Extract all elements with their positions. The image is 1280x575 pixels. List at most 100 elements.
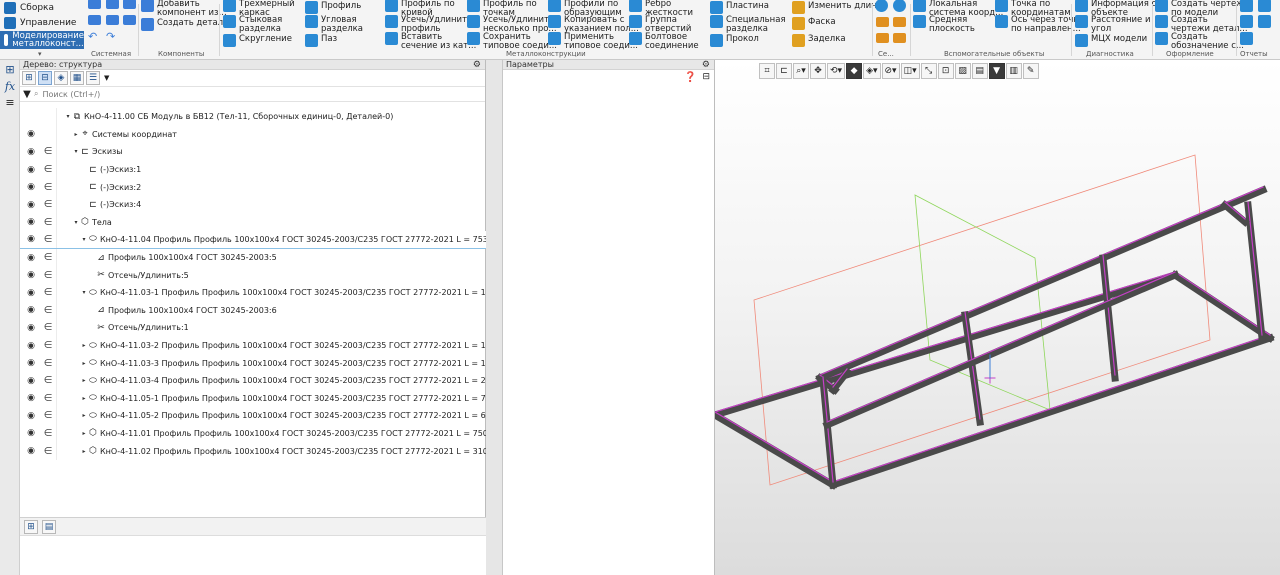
report-button-4[interactable] — [1258, 15, 1271, 28]
copy-button[interactable] — [106, 15, 119, 25]
include-calc-icon[interactable]: ∈ — [42, 375, 54, 386]
tree-node[interactable]: ⊏ (-)Эскиз:2 — [80, 182, 141, 192]
tree-node[interactable]: ▸ ⬭ КнО-4-11.03-3 Профиль Профиль 100х100х… — [80, 358, 523, 368]
butt-joint-button[interactable]: Стыковая разделка — [223, 15, 282, 34]
collapse-chevron-icon[interactable]: ▾ — [80, 236, 88, 243]
collapse-chevron-icon[interactable]: ▾ — [72, 219, 80, 226]
include-calc-icon[interactable]: ∈ — [42, 234, 54, 245]
seal-button[interactable]: Заделка — [792, 34, 846, 47]
expand-chevron-icon[interactable]: ▸ — [80, 448, 88, 455]
export-dxf-button[interactable] — [893, 33, 906, 43]
create-designation-button[interactable]: Создать обозначение с... — [1155, 32, 1244, 51]
tree-build-order-icon[interactable]: ⊟ — [38, 71, 52, 85]
expand-chevron-icon[interactable]: ▸ — [72, 131, 80, 138]
variables-icon[interactable]: fx — [3, 80, 17, 94]
tree-settings-gear-icon[interactable]: ⚙ — [473, 60, 481, 70]
visibility-eye-icon[interactable]: ◉ — [24, 446, 38, 456]
tree-node[interactable]: ✂ Отсечь/Удлинить:1 — [88, 323, 189, 333]
tree-node[interactable]: ▾ ⬡ Тела — [72, 217, 111, 227]
tree-node[interactable]: ✂ Отсечь/Удлинить:5 — [88, 270, 189, 280]
tree-row[interactable]: ◉ ∈ ▸ ⬭ КнО-4-11.03-2 Профиль Профиль 100х10… — [20, 336, 516, 355]
report-button-2[interactable] — [1258, 0, 1271, 12]
tree-row[interactable]: ◉ ∈ ⊏ (-)Эскиз:2 — [20, 178, 486, 196]
expand-chevron-icon[interactable]: ▸ — [80, 377, 88, 384]
create-part-button[interactable]: Создать деталь — [141, 18, 228, 31]
expand-chevron-icon[interactable]: ▸ — [80, 342, 88, 349]
inclined-top-rail-body[interactable] — [815, 185, 1268, 383]
tree-row[interactable]: ◉ ∈ ▾ ⬭ КнО-4-11.03-1 Профиль Профиль 100х10… — [20, 283, 523, 302]
sections-gear-button[interactable] — [875, 0, 888, 12]
special-joint-button[interactable]: Специальная разделка — [710, 15, 786, 34]
mode-management[interactable]: Управление — [0, 15, 84, 31]
help-circle-icon[interactable]: ❓ — [684, 72, 696, 83]
visibility-eye-icon[interactable]: ◉ — [24, 341, 38, 351]
tree-search-input[interactable] — [38, 87, 485, 101]
visibility-eye-icon[interactable]: ◉ — [24, 411, 38, 421]
plate-button[interactable]: Пластина — [710, 1, 769, 14]
save-joint-button[interactable]: Сохранить типовое соеди... — [467, 32, 557, 51]
tree-row[interactable]: ◉ ∈ ⊏ (-)Эскиз:1 — [20, 160, 486, 179]
tree-node[interactable]: ⊏ (-)Эскиз:1 — [80, 165, 141, 175]
include-calc-icon[interactable]: ∈ — [42, 393, 54, 404]
include-calc-icon[interactable]: ∈ — [42, 270, 54, 281]
view-grid-icon[interactable]: ⌗ — [759, 62, 775, 79]
include-calc-icon[interactable]: ∈ — [42, 358, 54, 369]
view-orientation-icon[interactable]: ◆ — [846, 62, 863, 79]
include-calc-icon[interactable]: ∈ — [42, 164, 54, 175]
include-calc-icon[interactable]: ∈ — [42, 199, 54, 210]
expand-chevron-icon[interactable]: ▸ — [80, 430, 88, 437]
include-calc-icon[interactable]: ∈ — [42, 305, 54, 316]
bottom-cross-left-body[interactable] — [715, 410, 838, 490]
show-planes-icon[interactable]: ▨ — [954, 62, 971, 79]
profile-button[interactable]: Профиль — [305, 1, 361, 14]
visibility-eye-icon[interactable]: ◉ — [24, 428, 38, 438]
fillet-button[interactable]: Скругление — [223, 34, 292, 47]
display-mode-icon[interactable]: ◈▾ — [863, 62, 881, 79]
mode-metal-structures[interactable]: Моделирование металлоконст... — [0, 31, 84, 49]
tree-row[interactable]: ◉ ∈ ▸ ⬭ КнО-4-11.05-2 Профиль Профиль 100х10… — [20, 407, 518, 425]
menu-icon[interactable]: ≡ — [3, 96, 17, 110]
visibility-eye-icon[interactable]: ◉ — [24, 234, 38, 244]
zoom-icon[interactable]: ⌕▾ — [793, 62, 809, 79]
expand-chevron-icon[interactable]: ▸ — [80, 360, 88, 367]
tree-bottom-structure-icon[interactable]: ⊞ — [24, 519, 38, 534]
expand-chevron-icon[interactable]: ▸ — [80, 412, 88, 419]
tree-node[interactable]: ▾ ⬭ КнО-4-11.03-1 Профиль Профиль 100х100х… — [80, 288, 523, 298]
export-step-button[interactable] — [876, 17, 889, 27]
export-ifc-button[interactable] — [893, 17, 906, 27]
hide-icon[interactable]: ⊘▾ — [881, 62, 900, 79]
visibility-eye-icon[interactable]: ◉ — [24, 165, 38, 175]
corner-joint-button[interactable]: Угловая разделка — [305, 15, 363, 34]
report-button-1[interactable] — [1240, 0, 1253, 12]
include-calc-icon[interactable]: ∈ — [42, 446, 54, 457]
filter-icon[interactable]: ▼ — [20, 89, 34, 100]
tree-node[interactable]: ▸ ⬭ КнО-4-11.05-2 Профиль Профиль 100х100х… — [80, 411, 518, 421]
paste-button[interactable] — [123, 15, 136, 25]
mass-props-button[interactable]: МЦХ модели — [1075, 34, 1147, 47]
redo-button[interactable]: ↷ — [106, 31, 115, 42]
visibility-eye-icon[interactable]: ◉ — [24, 147, 38, 157]
post-3-edge[interactable] — [1102, 254, 1116, 376]
tree-node[interactable]: ▾ ⬭ КнО-4-11.04 Профиль Профиль 100х100х4 … — [80, 234, 515, 244]
collapse-ribbon-icon[interactable]: ▾ — [38, 50, 42, 58]
change-length-button[interactable]: Изменить длину — [792, 1, 882, 14]
tree-row[interactable]: ◉ ∈ ▸ ⬡ КнО-4-11.02 Профиль Профиль 100х100х… — [20, 442, 526, 460]
slot-button[interactable]: Паз — [305, 34, 337, 47]
bolt-joint-button[interactable]: Болтовое соединение — [629, 32, 699, 51]
visibility-eye-icon[interactable]: ◉ — [24, 288, 38, 298]
tree-node[interactable]: ▾ ⊏ Эскизы — [72, 147, 122, 157]
export-xml-button[interactable] — [876, 33, 889, 43]
post-right-edge[interactable] — [1247, 201, 1263, 336]
tree-row[interactable]: ◉ ∈ ⊏ (-)Эскиз:4 — [20, 195, 486, 214]
include-calc-icon[interactable]: ∈ — [42, 252, 54, 263]
tree-node[interactable]: ⊿ Профиль 100х100х4 ГОСТ 30245-2003:5 — [88, 253, 277, 263]
tree-node[interactable]: ▸ ⬭ КнО-4-11.05-1 Профиль Профиль 100х100х… — [80, 393, 518, 403]
panel-divider[interactable] — [486, 60, 503, 575]
include-calc-icon[interactable]: ∈ — [42, 146, 54, 157]
filter-objects-icon[interactable]: ▼ — [988, 62, 1005, 79]
pan-icon[interactable]: ✥ — [810, 62, 826, 79]
tree-node[interactable]: ▾ ⧉ КнО-4-11.00 СБ Модуль в БВ12 (Тел-11, … — [64, 112, 393, 122]
collapse-chevron-icon[interactable]: ▾ — [72, 148, 80, 155]
show-annotations-icon[interactable]: ▤ — [971, 62, 988, 79]
visibility-eye-icon[interactable]: ◉ — [24, 129, 38, 139]
